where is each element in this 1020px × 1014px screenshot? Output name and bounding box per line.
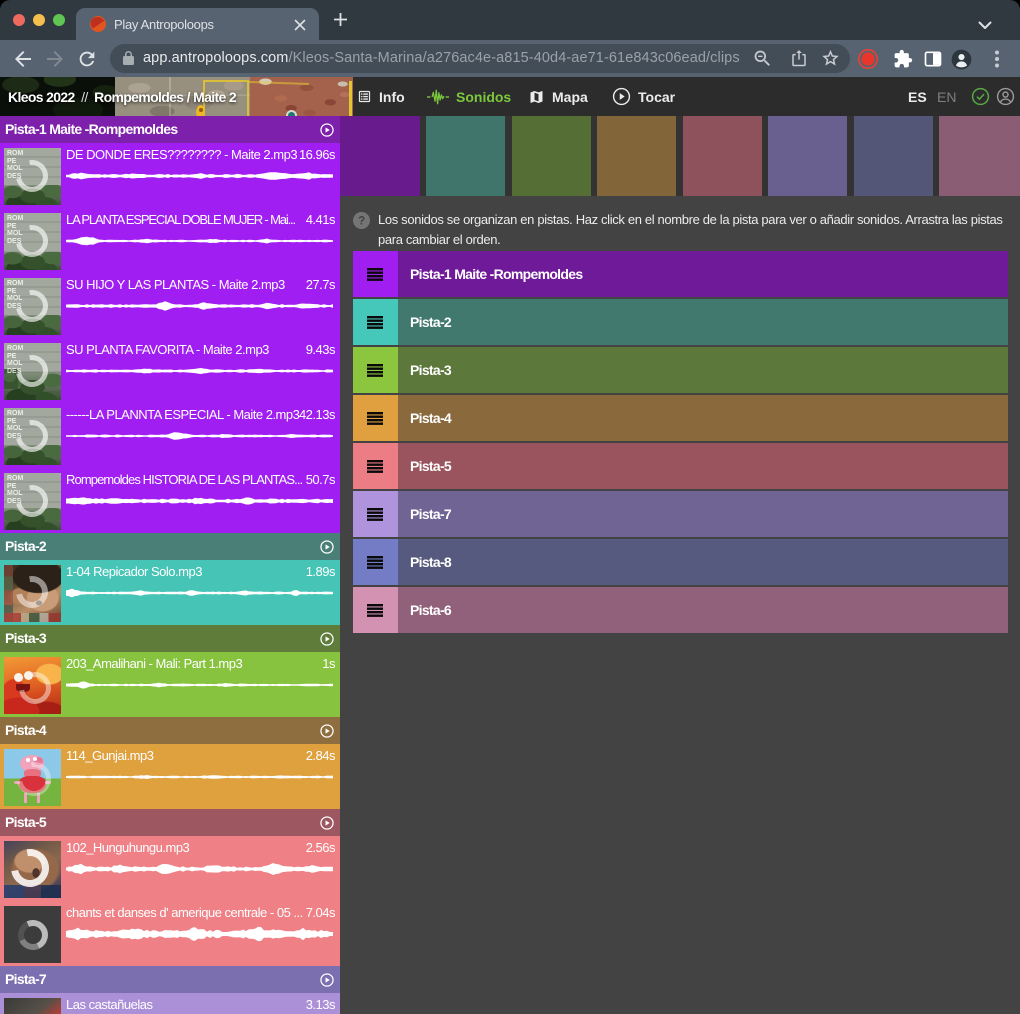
svg-text:?: ? (358, 216, 365, 228)
